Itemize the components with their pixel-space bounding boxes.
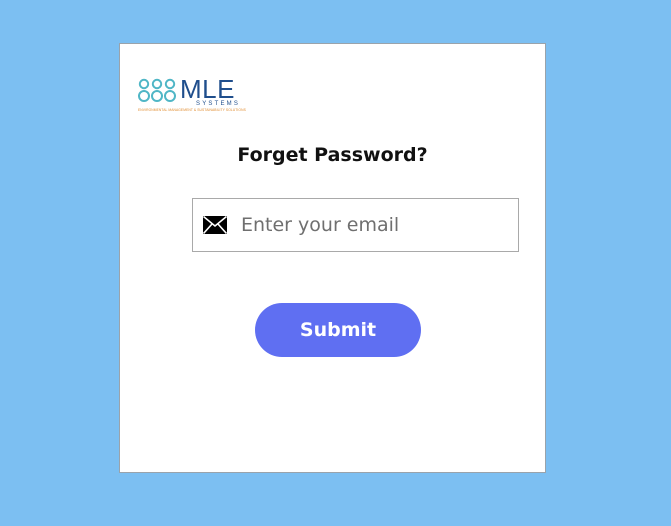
logo-wordmark: MLE xyxy=(180,74,235,104)
people-rings-icon xyxy=(138,78,176,102)
email-input[interactable] xyxy=(241,214,491,236)
page-title: Forget Password? xyxy=(237,144,428,166)
forgot-password-card: MLE SYSTEMS ENVIRONMENTAL MANAGEMENT & S… xyxy=(119,43,546,473)
email-field[interactable] xyxy=(192,198,519,252)
company-logo: MLE SYSTEMS ENVIRONMENTAL MANAGEMENT & S… xyxy=(138,74,246,113)
envelope-icon xyxy=(203,216,227,234)
submit-button[interactable]: Submit xyxy=(255,303,421,357)
logo-tagline: ENVIRONMENTAL MANAGEMENT & SUSTAINABILIT… xyxy=(138,108,246,112)
logo-subtitle: SYSTEMS xyxy=(196,101,241,107)
